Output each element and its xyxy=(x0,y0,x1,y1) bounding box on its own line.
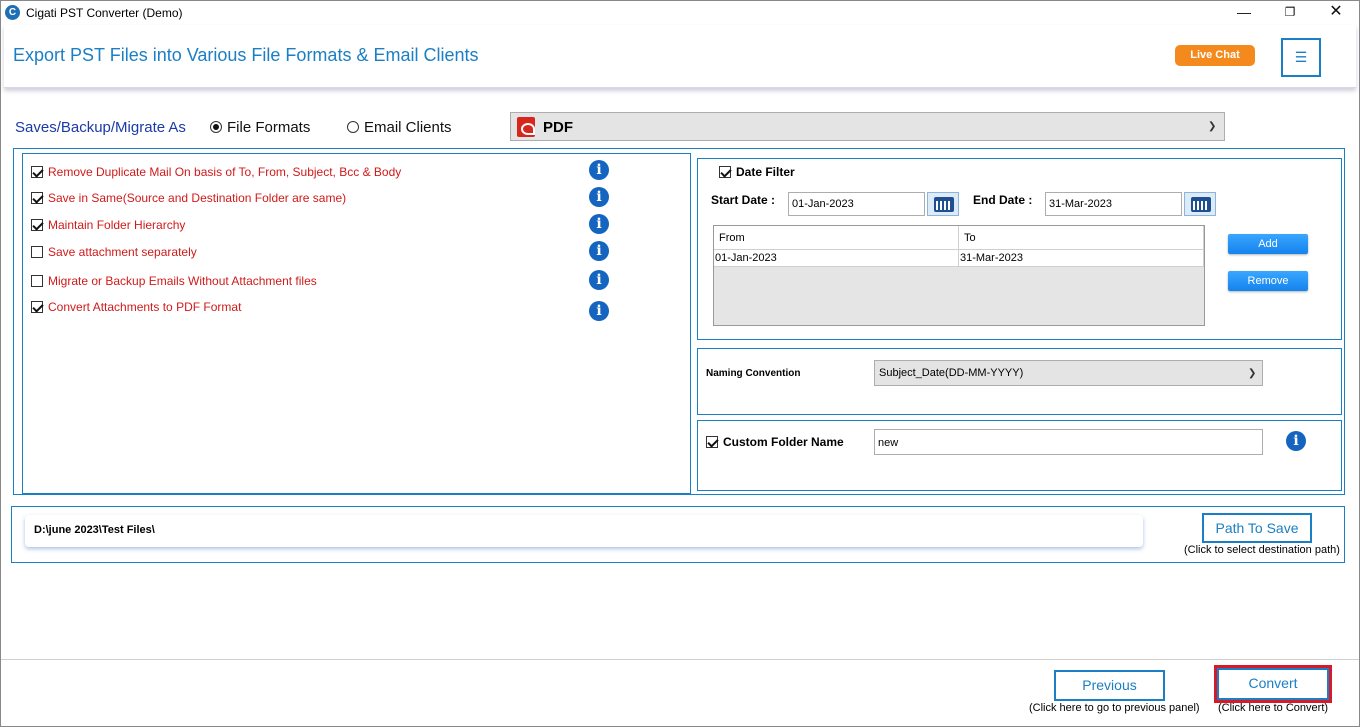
naming-convention-value: Subject_Date(DD-MM-YYYY) xyxy=(879,367,1024,379)
option-label: Save attachment separately xyxy=(48,245,197,259)
maximize-button[interactable]: ❐ xyxy=(1267,1,1313,25)
pdf-icon xyxy=(517,117,535,137)
add-date-button[interactable]: Add xyxy=(1228,234,1308,254)
email-clients-radio[interactable]: Email Clients xyxy=(347,119,452,136)
option-without-attachment[interactable]: Migrate or Backup Emails Without Attachm… xyxy=(31,274,317,288)
convert-button[interactable]: Convert xyxy=(1217,668,1329,700)
end-date-label: End Date : xyxy=(973,193,1033,207)
destination-path-field[interactable]: D:\june 2023\Test Files\ xyxy=(25,515,1143,547)
custom-folder-toggle[interactable]: Custom Folder Name xyxy=(706,435,844,449)
save-as-label: Saves/Backup/Migrate As xyxy=(15,119,186,136)
footer-divider xyxy=(1,659,1359,660)
table-row[interactable]: 01-Jan-2023 31-Mar-2023 xyxy=(714,250,1204,267)
previous-hint: (Click here to go to previous panel) xyxy=(1029,702,1200,714)
info-icon[interactable]: i xyxy=(589,160,609,180)
option-label: Save in Same(Source and Destination Fold… xyxy=(48,191,347,205)
window-title: Cigati PST Converter (Demo) xyxy=(26,6,183,20)
app-logo-icon: C xyxy=(5,5,20,20)
title-bar: C Cigati PST Converter (Demo) — ❐ ✕ xyxy=(1,1,1359,25)
format-dropdown[interactable]: PDF ❯ xyxy=(510,112,1225,141)
path-to-save-hint: (Click to select destination path) xyxy=(1184,544,1340,556)
radio-dot xyxy=(347,121,359,133)
option-save-attachment[interactable]: Save attachment separately xyxy=(31,245,197,259)
to-cell: 31-Mar-2023 xyxy=(960,252,1023,264)
option-checkbox[interactable] xyxy=(31,219,43,231)
previous-button[interactable]: Previous xyxy=(1054,670,1165,701)
option-checkbox[interactable] xyxy=(31,275,43,287)
date-filter-checkbox[interactable] xyxy=(719,166,731,178)
format-selected-value: PDF xyxy=(543,119,573,136)
start-date-calendar-button[interactable] xyxy=(927,192,959,216)
option-remove-duplicate[interactable]: Remove Duplicate Mail On basis of To, Fr… xyxy=(31,165,401,179)
radio-dot xyxy=(210,121,222,133)
info-icon[interactable]: i xyxy=(589,187,609,207)
start-date-field[interactable]: 01-Jan-2023 xyxy=(788,192,925,216)
column-divider xyxy=(1203,226,1204,267)
column-header-to: To xyxy=(964,232,976,244)
chevron-down-icon: ❯ xyxy=(1248,368,1257,379)
option-label: Remove Duplicate Mail On basis of To, Fr… xyxy=(48,165,402,179)
option-checkbox[interactable] xyxy=(31,301,43,313)
option-save-in-same[interactable]: Save in Same(Source and Destination Fold… xyxy=(31,191,346,205)
option-convert-attachments[interactable]: Convert Attachments to PDF Format xyxy=(31,300,241,314)
chevron-down-icon: ❯ xyxy=(1208,121,1217,132)
custom-folder-checkbox[interactable] xyxy=(706,436,718,448)
destination-path-value: D:\june 2023\Test Files\ xyxy=(34,524,155,536)
live-chat-button[interactable]: Live Chat xyxy=(1175,45,1255,66)
header-banner: Export PST Files into Various File Forma… xyxy=(4,25,1356,88)
file-formats-radio[interactable]: File Formats xyxy=(210,119,310,136)
email-clients-label: Email Clients xyxy=(364,119,452,136)
path-to-save-button[interactable]: Path To Save xyxy=(1202,513,1312,543)
convert-hint: (Click here to Convert) xyxy=(1218,702,1329,714)
info-icon[interactable]: i xyxy=(1286,431,1306,451)
calendar-icon xyxy=(1191,197,1211,212)
app-window: C Cigati PST Converter (Demo) — ❐ ✕ Expo… xyxy=(0,0,1360,727)
from-cell: 01-Jan-2023 xyxy=(715,252,777,264)
info-icon[interactable]: i xyxy=(589,301,609,321)
option-checkbox[interactable] xyxy=(31,192,43,204)
info-icon[interactable]: i xyxy=(589,270,609,290)
info-icon[interactable]: i xyxy=(589,214,609,234)
remove-date-button[interactable]: Remove xyxy=(1228,271,1308,291)
end-date-calendar-button[interactable] xyxy=(1184,192,1216,216)
menu-button[interactable]: ☰ xyxy=(1281,38,1321,77)
table-header: From To xyxy=(714,226,1204,250)
date-range-table: From To 01-Jan-2023 31-Mar-2023 xyxy=(713,225,1205,326)
minimize-button[interactable]: — xyxy=(1221,1,1267,25)
start-date-label: Start Date : xyxy=(711,193,776,207)
option-checkbox[interactable] xyxy=(31,246,43,258)
option-maintain-hierarchy[interactable]: Maintain Folder Hierarchy xyxy=(31,218,185,232)
custom-folder-label: Custom Folder Name xyxy=(723,435,844,449)
calendar-icon xyxy=(934,197,954,212)
close-button[interactable]: ✕ xyxy=(1313,1,1359,25)
column-header-from: From xyxy=(719,232,745,244)
end-date-field[interactable]: 31-Mar-2023 xyxy=(1045,192,1182,216)
option-label: Maintain Folder Hierarchy xyxy=(48,218,186,232)
option-label: Migrate or Backup Emails Without Attachm… xyxy=(48,274,317,288)
option-checkbox[interactable] xyxy=(31,166,43,178)
file-formats-label: File Formats xyxy=(227,119,311,136)
info-icon[interactable]: i xyxy=(589,241,609,261)
option-label: Convert Attachments to PDF Format xyxy=(48,300,242,314)
naming-convention-label: Naming Convention xyxy=(706,368,801,379)
naming-convention-dropdown[interactable]: Subject_Date(DD-MM-YYYY) ❯ xyxy=(874,360,1263,386)
custom-folder-input[interactable]: new xyxy=(874,429,1263,455)
date-filter-label: Date Filter xyxy=(736,165,795,179)
page-title: Export PST Files into Various File Forma… xyxy=(13,45,479,65)
hamburger-icon: ☰ xyxy=(1294,49,1308,65)
column-divider xyxy=(958,226,959,267)
date-filter-toggle[interactable]: Date Filter xyxy=(719,165,795,179)
